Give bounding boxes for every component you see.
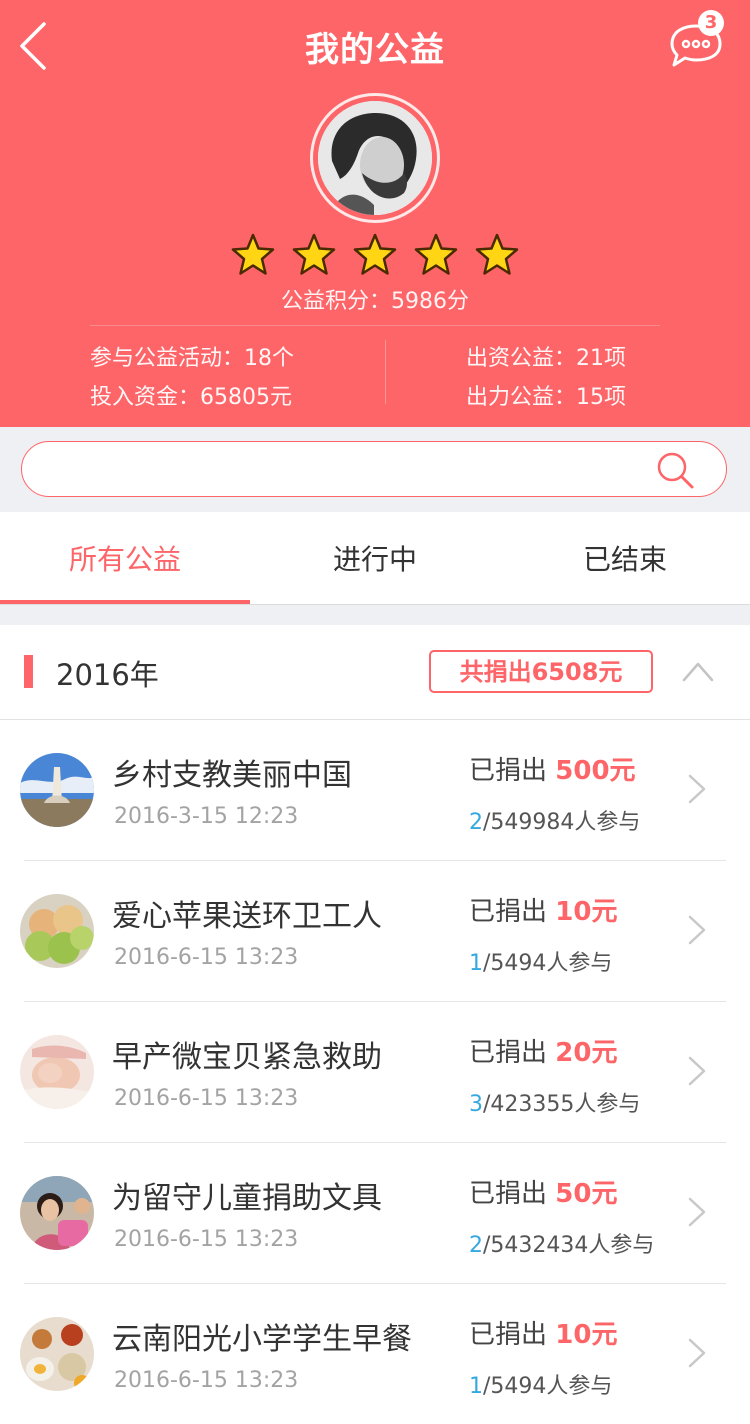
donated-info: 已捐出 10元 (469, 891, 617, 928)
project-time: 2016-6-15 13:23 (114, 1368, 299, 1393)
avatar[interactable] (318, 101, 432, 215)
star-icon (231, 233, 275, 275)
donated-amount: 500元 (555, 756, 636, 786)
year-total-badge: 共捐出6508元 (429, 650, 653, 693)
participant-total: /5432434人参与 (483, 1233, 655, 1258)
tab-ended[interactable]: 已结束 (500, 512, 750, 605)
project-time: 2016-6-15 13:23 (114, 1086, 299, 1111)
stats-divider (385, 340, 386, 404)
stat-activities: 参与公益活动：18个 (90, 346, 294, 371)
project-title: 为留守儿童捐助文具 (112, 1181, 382, 1216)
profile-header: 我的公益 3 公益积分：5986分 参与公益活动：18个 投入资金：65805元… (0, 0, 750, 427)
active-tab-indicator (0, 600, 250, 604)
year-marker (24, 655, 33, 688)
stats-divider (90, 325, 660, 326)
chevron-right-icon (688, 774, 706, 804)
list-item[interactable]: 云南阳光小学学生早餐 2016-6-15 13:23 已捐出 10元 1/549… (0, 1284, 750, 1424)
my-participation-count: 1 (469, 1374, 483, 1399)
stat-labor-projects: 出力公益：15项 (466, 385, 626, 410)
list-item[interactable]: 乡村支教美丽中国 2016-3-15 12:23 已捐出 500元 2/5499… (0, 720, 750, 861)
participants-info: 2/549984人参与 (469, 804, 640, 836)
donated-amount: 20元 (555, 1038, 618, 1068)
project-thumbnail (20, 1317, 94, 1391)
project-title: 早产微宝贝紧急救助 (112, 1040, 382, 1075)
donated-info: 已捐出 20元 (469, 1032, 617, 1069)
my-participation-count: 2 (469, 810, 483, 835)
my-participation-count: 1 (469, 951, 483, 976)
participant-total: /5494人参与 (483, 951, 613, 976)
tab-ongoing[interactable]: 进行中 (250, 512, 500, 605)
my-participation-count: 2 (469, 1233, 483, 1258)
donated-amount: 10元 (555, 1320, 618, 1350)
project-thumbnail (20, 753, 94, 827)
list-item[interactable]: 爱心苹果送环卫工人 2016-6-15 13:23 已捐出 10元 1/5494… (0, 861, 750, 1002)
project-thumbnail (20, 1035, 94, 1109)
participants-info: 3/423355人参与 (469, 1086, 640, 1118)
message-count-badge: 3 (698, 10, 724, 36)
project-thumbnail (20, 1176, 94, 1250)
project-time: 2016-3-15 12:23 (114, 804, 299, 829)
search-icon[interactable] (655, 450, 695, 490)
project-title: 乡村支教美丽中国 (112, 758, 352, 793)
donated-label: 已捐出 (469, 756, 556, 786)
page-title: 我的公益 (305, 30, 445, 70)
star-icon (353, 233, 397, 275)
participants-info: 1/5494人参与 (469, 1368, 612, 1400)
stat-money-projects: 出资公益：21项 (466, 346, 626, 371)
year-label: 2016年 (56, 658, 159, 692)
project-thumbnail (20, 894, 94, 968)
chevron-right-icon (688, 1197, 706, 1227)
my-participation-count: 3 (469, 1092, 483, 1117)
project-time: 2016-6-15 13:23 (114, 945, 299, 970)
participant-total: /549984人参与 (483, 810, 641, 835)
donated-info: 已捐出 10元 (469, 1314, 617, 1351)
donated-label: 已捐出 (469, 1179, 556, 1209)
tab-all[interactable]: 所有公益 (0, 512, 250, 605)
participants-info: 1/5494人参与 (469, 945, 612, 977)
participant-total: /423355人参与 (483, 1092, 641, 1117)
star-icon (292, 233, 336, 275)
participant-total: /5494人参与 (483, 1374, 613, 1399)
donated-amount: 50元 (555, 1179, 618, 1209)
list-item[interactable]: 早产微宝贝紧急救助 2016-6-15 13:23 已捐出 20元 3/4233… (0, 1002, 750, 1143)
chevron-up-icon[interactable] (680, 656, 716, 686)
charity-score: 公益积分：5986分 (281, 289, 469, 314)
donated-amount: 10元 (555, 897, 618, 927)
star-icon (475, 233, 519, 275)
chevron-right-icon (688, 1338, 706, 1368)
donated-label: 已捐出 (469, 897, 556, 927)
tab-bar: 所有公益 进行中 已结束 (0, 512, 750, 605)
donated-label: 已捐出 (469, 1320, 556, 1350)
star-icon (414, 233, 458, 275)
stat-funds: 投入资金：65805元 (90, 385, 292, 410)
chevron-right-icon (688, 1056, 706, 1086)
project-title: 云南阳光小学学生早餐 (112, 1322, 412, 1357)
donated-info: 已捐出 50元 (469, 1173, 617, 1210)
chevron-right-icon (688, 915, 706, 945)
search-input[interactable] (40, 448, 640, 490)
project-title: 爱心苹果送环卫工人 (112, 899, 382, 934)
star-rating (230, 232, 520, 280)
list-item[interactable]: 为留守儿童捐助文具 2016-6-15 13:23 已捐出 50元 2/5432… (0, 1143, 750, 1284)
project-time: 2016-6-15 13:23 (114, 1227, 299, 1252)
participants-info: 2/5432434人参与 (469, 1227, 654, 1259)
section-gap (0, 605, 750, 625)
donated-info: 已捐出 500元 (469, 750, 636, 787)
donated-label: 已捐出 (469, 1038, 556, 1068)
